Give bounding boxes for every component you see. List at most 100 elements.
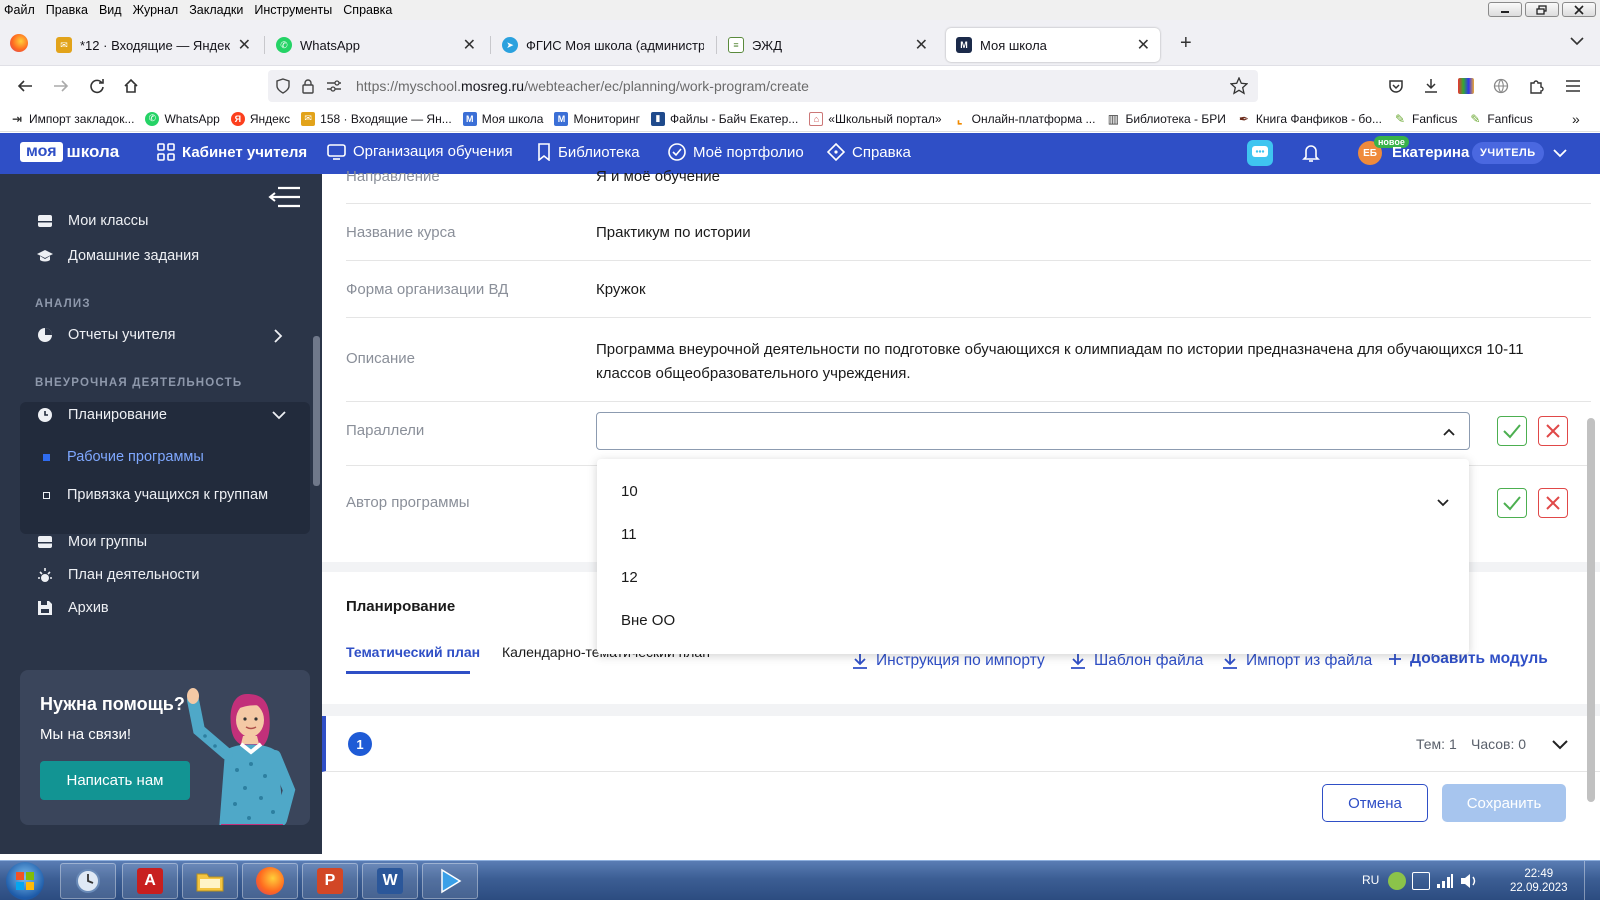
import-from-file-link[interactable]: Импорт из файла [1222, 652, 1372, 670]
menu-edit[interactable]: Правка [46, 3, 88, 17]
chat-icon[interactable] [1247, 140, 1273, 166]
bookmark-fanfic-book[interactable]: ✒ Книга Фанфиков - бо... [1237, 112, 1382, 126]
cancel-author-button[interactable] [1538, 488, 1568, 518]
tab-mail[interactable]: ✉ *12 · Входящие — Яндекс Поч ✕ [46, 28, 261, 62]
import-instruction-link[interactable]: Инструкция по импорту [852, 652, 1045, 670]
chevron-up-icon[interactable] [1443, 428, 1455, 436]
shield-icon[interactable] [276, 78, 290, 94]
collapse-menu-icon[interactable] [268, 186, 302, 208]
bookmark-mail[interactable]: ✉ 158 · Входящие — Ян... [301, 111, 452, 126]
bookmark-myschool[interactable]: M Моя школа [462, 111, 543, 126]
file-explorer-icon[interactable] [182, 863, 238, 899]
pocket-icon[interactable] [1385, 75, 1407, 97]
tab-close-icon[interactable]: ✕ [238, 35, 251, 55]
media-player-icon[interactable] [422, 863, 478, 899]
powerpoint-icon[interactable]: P [302, 863, 358, 899]
tray-flag-icon[interactable] [1412, 872, 1430, 890]
volume-icon[interactable] [1460, 873, 1478, 889]
module-row[interactable]: 1 Тем: 1 Часов: 0 [322, 716, 1600, 772]
download-icon[interactable] [1420, 75, 1442, 97]
word-icon[interactable]: W [362, 863, 418, 899]
bookmark-online-platform[interactable]: ⌞ Онлайн-платформа ... [953, 111, 1096, 126]
home-icon[interactable] [120, 75, 142, 97]
hamburger-menu-icon[interactable] [1562, 75, 1584, 97]
forward-icon[interactable] [50, 75, 72, 97]
write-us-button[interactable]: Написать нам [40, 761, 190, 800]
confirm-author-button[interactable] [1497, 488, 1527, 518]
nav-portfolio[interactable]: Моё портфолио [668, 143, 804, 161]
menu-bookmarks[interactable]: Закладки [189, 3, 243, 17]
clock-app-icon[interactable] [60, 863, 116, 899]
bookmark-yandex[interactable]: Я Яндекс [230, 111, 290, 126]
role-badge[interactable]: УЧИТЕЛЬ [1472, 142, 1544, 164]
parallels-option-10[interactable]: 10 [621, 483, 638, 500]
lock-icon[interactable] [302, 78, 314, 94]
network-signal-icon[interactable] [1436, 873, 1454, 889]
save-button[interactable]: Сохранить [1442, 784, 1566, 822]
confirm-parallels-button[interactable] [1497, 416, 1527, 446]
star-bookmark-icon[interactable] [1230, 77, 1248, 95]
sidebar-item-student-groups-link[interactable]: Привязка учащихся к группам [43, 487, 268, 503]
parallels-option-11[interactable]: 11 [621, 526, 637, 543]
chevron-right-icon[interactable] [274, 329, 283, 343]
bookmark-fanficus-2[interactable]: ✎ Fanficus [1468, 112, 1532, 126]
more-bookmarks-icon[interactable]: » [1572, 111, 1580, 127]
sidebar-item-homework[interactable]: Домашние задания [36, 247, 199, 265]
tab-whatsapp[interactable]: ✆ WhatsApp ✕ [266, 28, 486, 62]
tab-ezhd[interactable]: ≡ ЭЖД ✕ [718, 28, 938, 62]
tab-close-icon[interactable]: ✕ [915, 35, 928, 55]
sidebar-scrollbar[interactable] [313, 336, 320, 486]
globe-icon[interactable] [1490, 75, 1512, 97]
tab-close-icon[interactable]: ✕ [463, 35, 476, 55]
bookmark-whatsapp[interactable]: ✆ WhatsApp [145, 111, 220, 126]
url-bar[interactable]: https://myschool. mosreg.ru/webteacher/ec… [268, 70, 1258, 102]
bookmark-files[interactable]: ▮ Файлы - Байч Екатер... [651, 111, 798, 126]
nav-teacher-cabinet[interactable]: Кабинет учителя [157, 143, 307, 161]
tab-fgis[interactable]: ➤ ФГИС Моя школа (администр [492, 28, 714, 62]
tab-thematic-plan[interactable]: Тематический план [346, 644, 480, 674]
bookmark-import[interactable]: ⇥ Импорт закладок... [10, 112, 134, 126]
language-indicator[interactable]: RU [1362, 873, 1379, 887]
permissions-icon[interactable] [326, 79, 342, 93]
tab-list-icon[interactable] [1570, 36, 1584, 46]
chevron-down-icon[interactable] [272, 411, 286, 420]
bookmark-monitoring[interactable]: M Мониторинг [554, 111, 640, 126]
sidebar-item-planning[interactable]: Планирование [36, 406, 167, 424]
nav-organization[interactable]: Организация обучения [327, 143, 513, 160]
tab-myschool[interactable]: M Моя школа ✕ [946, 28, 1160, 62]
parallels-option-12[interactable]: 12 [621, 569, 638, 586]
sidebar-item-teacher-reports[interactable]: Отчеты учителя [36, 326, 175, 344]
restore-button[interactable] [1525, 2, 1559, 17]
dropdown-chevron-down-icon[interactable] [1437, 499, 1449, 507]
system-clock[interactable]: 22:49 22.09.2023 [1510, 867, 1568, 895]
chevron-down-icon[interactable] [1553, 149, 1567, 158]
menu-file[interactable]: Файл [4, 3, 35, 17]
user-name[interactable]: Екатерина [1392, 144, 1469, 161]
sidebar-item-work-programs[interactable]: Рабочие программы [43, 449, 204, 465]
extensions-puzzle-icon[interactable] [1525, 75, 1547, 97]
notifications-bell-icon[interactable] [1302, 143, 1320, 163]
menu-help[interactable]: Справка [343, 3, 392, 17]
parallels-select[interactable] [596, 412, 1470, 450]
tab-close-icon[interactable]: ✕ [1137, 35, 1150, 55]
back-icon[interactable] [14, 75, 36, 97]
expand-module-chevron-icon[interactable] [1552, 740, 1568, 750]
parallels-option-outside[interactable]: Вне ОО [621, 612, 675, 629]
sidebar-item-archive[interactable]: Архив [36, 599, 109, 617]
nav-help[interactable]: Справка [827, 143, 911, 161]
menu-history[interactable]: Журнал [133, 3, 179, 17]
sidebar-item-my-groups[interactable]: Мои группы [36, 533, 147, 551]
acrobat-icon[interactable]: A [122, 863, 178, 899]
bookmark-school-portal[interactable]: ⌂ «Школьный портал» [809, 111, 942, 126]
menu-tools[interactable]: Инструменты [254, 3, 332, 17]
minimize-button[interactable] [1488, 2, 1522, 17]
sidebar-item-my-classes[interactable]: Мои классы [36, 212, 148, 230]
reload-icon[interactable] [86, 75, 108, 97]
extension-colorful-icon[interactable] [1455, 75, 1477, 97]
bookmark-library[interactable]: ▥ Библиотека - БРИ [1106, 112, 1226, 126]
cancel-button[interactable]: Отмена [1322, 784, 1428, 822]
file-template-link[interactable]: Шаблон файла [1070, 652, 1203, 670]
firefox-taskbar-icon[interactable] [242, 863, 298, 899]
bookmark-fanficus-1[interactable]: ✎ Fanficus [1393, 112, 1457, 126]
menu-view[interactable]: Вид [99, 3, 122, 17]
